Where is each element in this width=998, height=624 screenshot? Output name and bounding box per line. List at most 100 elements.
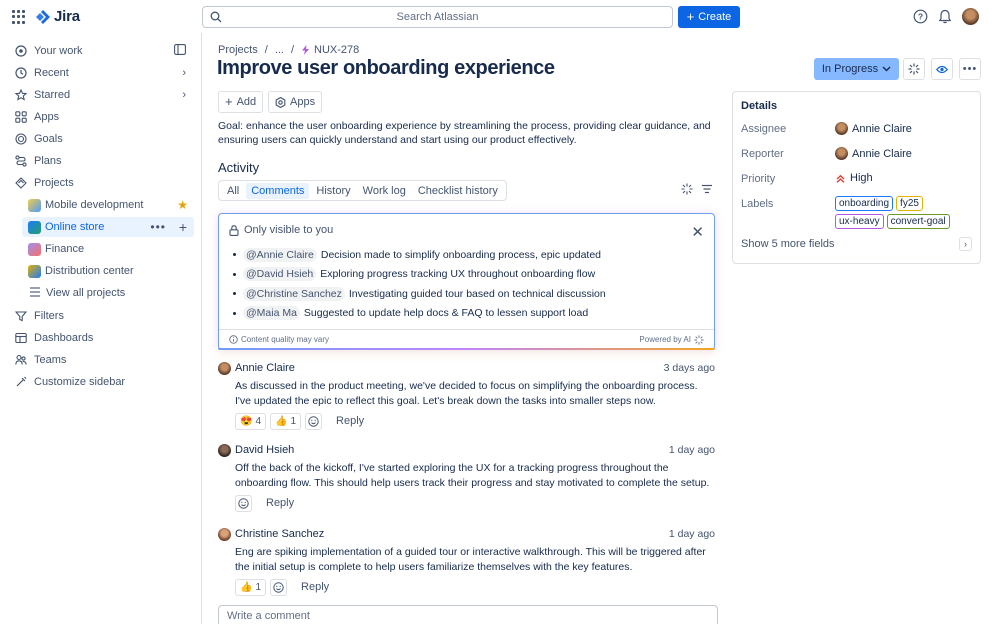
activity-heading: Activity bbox=[218, 160, 260, 175]
chevron-right-icon[interactable]: › bbox=[182, 89, 186, 101]
add-reaction-icon[interactable] bbox=[305, 412, 323, 430]
tab-all[interactable]: All bbox=[222, 183, 244, 199]
comment: Christine Sanchez 1 day ago Eng are spik… bbox=[218, 526, 715, 596]
project-online-store[interactable]: Online store ••• + bbox=[22, 217, 194, 237]
sidebar-item-teams[interactable]: Teams bbox=[8, 350, 194, 370]
mention[interactable]: @Maia Ma bbox=[243, 306, 300, 321]
breadcrumb-issue-key[interactable]: NUX-278 bbox=[301, 44, 359, 56]
assignee-label: Assignee bbox=[741, 123, 787, 135]
reaction-button[interactable]: 👍 1 bbox=[235, 578, 267, 596]
sidebar-item-starred[interactable]: Starred › bbox=[8, 85, 194, 105]
more-actions-button[interactable]: ••• bbox=[959, 58, 981, 80]
tab-history[interactable]: History bbox=[311, 183, 355, 199]
label-tag[interactable]: fy25 bbox=[896, 196, 923, 211]
mention[interactable]: @Christine Sanchez bbox=[243, 286, 345, 301]
reply-button[interactable]: Reply bbox=[266, 497, 294, 509]
apps-button[interactable]: Apps bbox=[268, 91, 323, 113]
issue-title[interactable]: Improve user onboarding experience bbox=[217, 57, 555, 80]
sidebar-item-customize[interactable]: Customize sidebar bbox=[8, 372, 194, 392]
comment-author[interactable]: David Hsieh bbox=[235, 444, 294, 456]
reporter-label: Reporter bbox=[741, 148, 784, 160]
label-tag[interactable]: convert-goal bbox=[886, 214, 950, 229]
reaction-count: 1 bbox=[255, 581, 262, 593]
reporter-field[interactable]: Annie Claire bbox=[835, 147, 912, 160]
project-label: Mobile development bbox=[45, 199, 144, 211]
sidebar-item-recent[interactable]: Recent › bbox=[8, 63, 194, 83]
sort-icon[interactable] bbox=[701, 183, 713, 195]
project-distribution-center[interactable]: Distribution center bbox=[22, 261, 194, 281]
show-more-fields[interactable]: Show 5 more fields bbox=[741, 238, 835, 250]
jira-logo[interactable]: Jira bbox=[36, 8, 80, 25]
sidebar-item-apps[interactable]: Apps bbox=[8, 107, 194, 127]
project-finance[interactable]: Finance bbox=[22, 239, 194, 259]
ai-sparkle-icon bbox=[694, 334, 704, 345]
add-reaction-icon[interactable] bbox=[270, 578, 288, 596]
sidebar-item-label: Plans bbox=[34, 155, 62, 167]
issue-description[interactable]: Goal: enhance the user onboarding experi… bbox=[218, 119, 718, 147]
sidebar-item-projects[interactable]: Projects bbox=[8, 173, 194, 193]
ai-glow-border bbox=[218, 348, 715, 350]
add-button[interactable]: + Add bbox=[218, 91, 264, 113]
tab-work-log[interactable]: Work log bbox=[358, 183, 411, 199]
chevron-right-icon[interactable]: › bbox=[182, 67, 186, 79]
avatar[interactable] bbox=[218, 361, 231, 375]
comment-time: 1 day ago bbox=[668, 528, 715, 540]
summary-text: Exploring progress tracking UX throughou… bbox=[320, 268, 596, 281]
ai-improve-button[interactable] bbox=[903, 58, 925, 80]
project-avatar-icon bbox=[28, 220, 41, 234]
sidebar-item-your-work[interactable]: Your work bbox=[8, 41, 194, 61]
sidebar-item-plans[interactable]: Plans bbox=[8, 151, 194, 171]
label-tag[interactable]: ux-heavy bbox=[835, 214, 884, 229]
details-panel: Details Assignee Annie Claire Reporter A… bbox=[732, 91, 981, 264]
reaction-button[interactable]: 😍 4 bbox=[235, 412, 267, 430]
label-tag[interactable]: onboarding bbox=[835, 196, 894, 211]
project-mobile-development[interactable]: Mobile development ★ bbox=[22, 195, 194, 215]
labels-field[interactable]: onboarding fy25 ux-heavy convert-goal bbox=[835, 196, 965, 229]
breadcrumb-projects[interactable]: Projects bbox=[218, 44, 258, 56]
comment-input[interactable]: Write a comment bbox=[218, 605, 718, 624]
priority-field[interactable]: High bbox=[835, 172, 873, 184]
more-icon[interactable]: ••• bbox=[150, 220, 166, 234]
breadcrumb-ellipsis[interactable]: ... bbox=[275, 44, 284, 56]
reply-button[interactable]: Reply bbox=[336, 415, 364, 427]
sidebar-item-label: Your work bbox=[34, 45, 83, 57]
search-input[interactable]: Search Atlassian bbox=[202, 6, 673, 28]
help-icon[interactable]: ? bbox=[913, 9, 928, 24]
sidebar-item-filters[interactable]: Filters bbox=[8, 306, 194, 326]
comment-author[interactable]: Christine Sanchez bbox=[235, 528, 324, 540]
add-icon[interactable]: + bbox=[179, 219, 187, 235]
add-reaction-icon[interactable] bbox=[235, 494, 252, 512]
avatar bbox=[835, 147, 848, 160]
mention[interactable]: @David Hsieh bbox=[243, 267, 317, 282]
avatar bbox=[835, 122, 848, 135]
app-switcher-icon[interactable] bbox=[12, 10, 26, 24]
notifications-icon[interactable] bbox=[938, 9, 952, 24]
sidebar-item-goals[interactable]: Goals bbox=[8, 129, 194, 149]
watch-button[interactable] bbox=[931, 58, 953, 80]
status-dropdown[interactable]: In Progress bbox=[814, 58, 899, 80]
view-all-projects[interactable]: View all projects bbox=[22, 283, 194, 303]
tab-comments[interactable]: Comments bbox=[246, 182, 310, 199]
summary-text: Suggested to update help docs & FAQ to l… bbox=[303, 307, 589, 320]
create-button[interactable]: + Create bbox=[678, 6, 740, 28]
plus-icon: + bbox=[225, 94, 233, 109]
comment-author[interactable]: Annie Claire bbox=[235, 362, 295, 374]
sidebar-item-dashboards[interactable]: Dashboards bbox=[8, 328, 194, 348]
tab-checklist-history[interactable]: Checklist history bbox=[413, 183, 503, 199]
avatar[interactable] bbox=[218, 443, 231, 457]
close-icon[interactable]: ✕ bbox=[691, 223, 704, 241]
reaction-button[interactable]: 👍 1 bbox=[270, 412, 302, 430]
chevron-right-icon[interactable]: › bbox=[959, 237, 972, 251]
mention[interactable]: @Annie Claire bbox=[243, 247, 317, 262]
assignee-field[interactable]: Annie Claire bbox=[835, 122, 912, 135]
project-label: Online store bbox=[45, 221, 105, 233]
priority-label: Priority bbox=[741, 173, 776, 185]
ai-summarize-icon[interactable] bbox=[681, 183, 693, 195]
sidebar-panel-icon[interactable] bbox=[174, 44, 186, 58]
user-avatar[interactable] bbox=[962, 8, 979, 25]
avatar[interactable] bbox=[218, 527, 231, 541]
apps-label: Apps bbox=[290, 96, 316, 108]
sidebar-item-label: Goals bbox=[34, 133, 63, 145]
reply-button[interactable]: Reply bbox=[301, 581, 329, 593]
starred-icon[interactable]: ★ bbox=[177, 198, 188, 212]
